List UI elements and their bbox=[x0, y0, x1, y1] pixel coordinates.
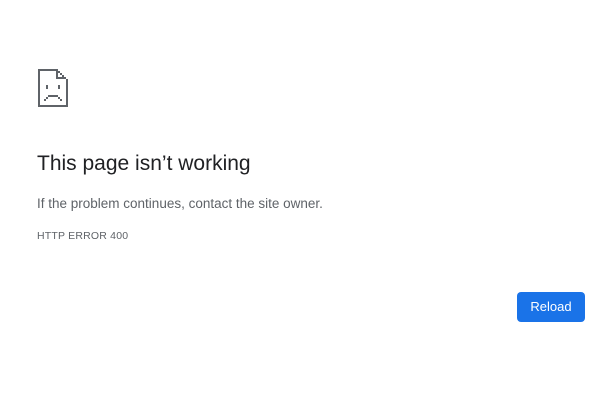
sad-page-icon bbox=[36, 67, 70, 109]
error-code: HTTP ERROR 400 bbox=[37, 230, 129, 242]
error-page: This page isn’t working If the problem c… bbox=[0, 0, 600, 402]
error-message: If the problem continues, contact the si… bbox=[37, 196, 323, 211]
page-title: This page isn’t working bbox=[37, 152, 251, 175]
reload-button[interactable]: Reload bbox=[517, 292, 585, 322]
